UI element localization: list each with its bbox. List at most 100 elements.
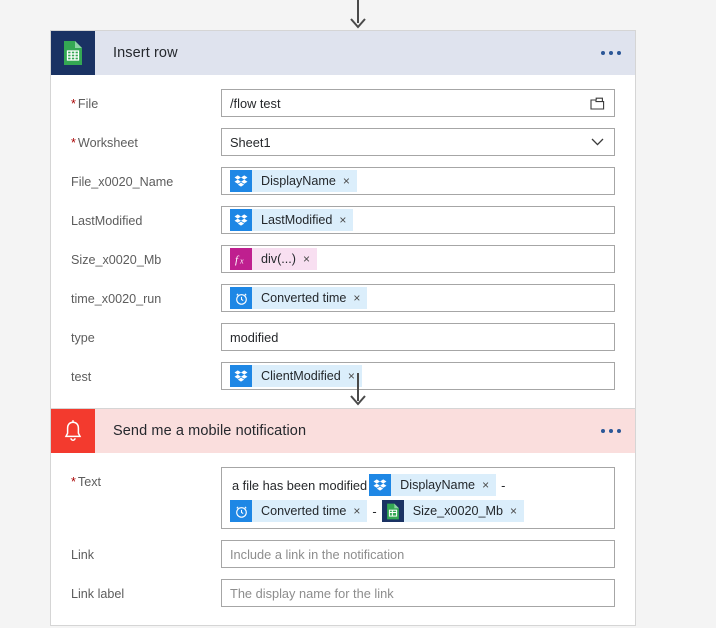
label-lastmodified: LastModified (71, 214, 143, 228)
token-displayname[interactable]: DisplayName × (369, 474, 497, 496)
token-displayname[interactable]: DisplayName × (230, 170, 357, 192)
token-body: DisplayName × (252, 170, 357, 192)
text-literal: a file has been modified (232, 477, 368, 493)
label-link-label: Link label (71, 587, 125, 601)
card-insert-row[interactable]: Insert row * File /flow test * Worksheet… (50, 30, 636, 409)
card-header-notification[interactable]: Send me a mobile notification (51, 409, 635, 453)
field-size-mb[interactable]: f x div(...) × (221, 245, 615, 273)
token-expression-div[interactable]: f x div(...) × (230, 248, 317, 270)
token-label: div(...) (261, 252, 296, 266)
token-label: Converted time (261, 291, 347, 305)
token-body: Size_x0020_Mb × (403, 500, 525, 522)
dropbox-icon (369, 474, 392, 496)
required-asterisk: * (71, 136, 76, 150)
google-sheets-icon (381, 500, 404, 522)
token-label: LastModified (261, 213, 333, 227)
token-remove-icon[interactable]: × (482, 479, 489, 491)
label-time-run: time_x0020_run (71, 292, 162, 306)
label-worksheet: * Worksheet (71, 136, 138, 150)
label-size-mb: Size_x0020_Mb (71, 253, 162, 267)
field-worksheet[interactable]: Sheet1 (221, 128, 615, 156)
field-type-value: modified (230, 329, 279, 345)
token-body: Converted time × (252, 287, 368, 309)
arrow-to-insert-row (0, 0, 716, 30)
token-body: div(...) × (252, 248, 317, 270)
google-sheets-icon (51, 31, 95, 75)
dropbox-icon (230, 170, 252, 192)
field-link-label-placeholder: The display name for the link (230, 585, 394, 601)
required-asterisk: * (71, 97, 76, 111)
field-worksheet-value: Sheet1 (230, 134, 271, 150)
form-row-worksheet: * Worksheet Sheet1 (51, 128, 635, 156)
token-body: Converted time × (252, 500, 368, 522)
menu-dot (609, 51, 613, 55)
label-text: * Text (71, 475, 102, 489)
menu-dot (601, 51, 605, 55)
token-remove-icon[interactable]: × (339, 214, 346, 226)
svg-text:x: x (239, 257, 244, 266)
form-row-file-name: File_x0020_Name DisplayName × (51, 167, 635, 195)
folder-picker-icon[interactable] (586, 92, 608, 114)
form-row-time-run: time_x0020_run Converted time × (51, 284, 635, 312)
clock-icon (230, 500, 252, 522)
field-link-label[interactable]: The display name for the link (221, 579, 615, 607)
text-separator: - (501, 477, 506, 493)
form-row-link-label: Link label The display name for the link (51, 579, 635, 607)
card-menu-notification[interactable] (601, 429, 621, 433)
form-row-link: Link Include a link in the notification (51, 540, 635, 568)
token-remove-icon[interactable]: × (510, 505, 517, 517)
label-type: type (71, 331, 95, 345)
token-converted-time[interactable]: Converted time × (230, 500, 368, 522)
token-remove-icon[interactable]: × (303, 253, 310, 265)
arrow-to-notification (0, 373, 716, 407)
form-row-size-mb: Size_x0020_Mb f x div(...) × (51, 245, 635, 273)
field-file-value: /flow test (230, 95, 281, 111)
function-fx-icon: f x (230, 248, 252, 270)
bell-icon (51, 409, 95, 453)
menu-dot (609, 429, 613, 433)
form-row-file: * File /flow test (51, 89, 635, 117)
menu-dot (617, 429, 621, 433)
field-lastmodified[interactable]: LastModified × (221, 206, 615, 234)
token-converted-time[interactable]: Converted time × (230, 287, 368, 309)
clock-icon (230, 287, 252, 309)
field-text[interactable]: a file has been modified DisplayName × - (221, 467, 615, 529)
required-asterisk: * (71, 475, 76, 489)
token-label: DisplayName (400, 478, 476, 492)
token-body: LastModified × (252, 209, 354, 231)
field-time-run[interactable]: Converted time × (221, 284, 615, 312)
form-row-text: * Text a file has been modified DisplayNa… (51, 467, 635, 529)
card-send-mobile-notification[interactable]: Send me a mobile notification * Text a fi… (50, 408, 636, 626)
label-file: * File (71, 97, 99, 111)
field-link[interactable]: Include a link in the notification (221, 540, 615, 568)
form-row-type: type modified (51, 323, 635, 351)
form-row-lastmodified: LastModified LastModified × (51, 206, 635, 234)
card-body-notification: * Text a file has been modified DisplayNa… (51, 453, 635, 625)
menu-dot (601, 429, 605, 433)
token-label: DisplayName (261, 174, 336, 188)
token-remove-icon[interactable]: × (353, 505, 360, 517)
label-link: Link (71, 548, 95, 562)
token-remove-icon[interactable]: × (353, 292, 360, 304)
token-remove-icon[interactable]: × (343, 175, 350, 187)
field-file[interactable]: /flow test (221, 89, 615, 117)
text-separator: - (372, 503, 377, 519)
chevron-down-icon[interactable] (586, 131, 608, 153)
token-body: DisplayName × (391, 474, 497, 496)
field-type[interactable]: modified (221, 323, 615, 351)
field-link-placeholder: Include a link in the notification (230, 546, 405, 562)
menu-dot (617, 51, 621, 55)
token-label: Converted time (261, 504, 347, 518)
flow-designer-canvas: Insert row * File /flow test * Worksheet… (0, 0, 716, 628)
card-header-insert-row[interactable]: Insert row (51, 31, 635, 75)
card-menu-insert-row[interactable] (601, 51, 621, 55)
token-lastmodified[interactable]: LastModified × (230, 209, 354, 231)
dropbox-icon (230, 209, 252, 231)
card-title-insert-row: Insert row (113, 45, 178, 61)
card-title-notification: Send me a mobile notification (113, 423, 307, 439)
token-label: Size_x0020_Mb (412, 504, 504, 518)
label-file-name: File_x0020_Name (71, 175, 174, 189)
token-size-mb[interactable]: Size_x0020_Mb × (381, 500, 525, 522)
field-file-name[interactable]: DisplayName × (221, 167, 615, 195)
card-body-insert-row: * File /flow test * Worksheet Sheet1 Fil… (51, 75, 635, 408)
